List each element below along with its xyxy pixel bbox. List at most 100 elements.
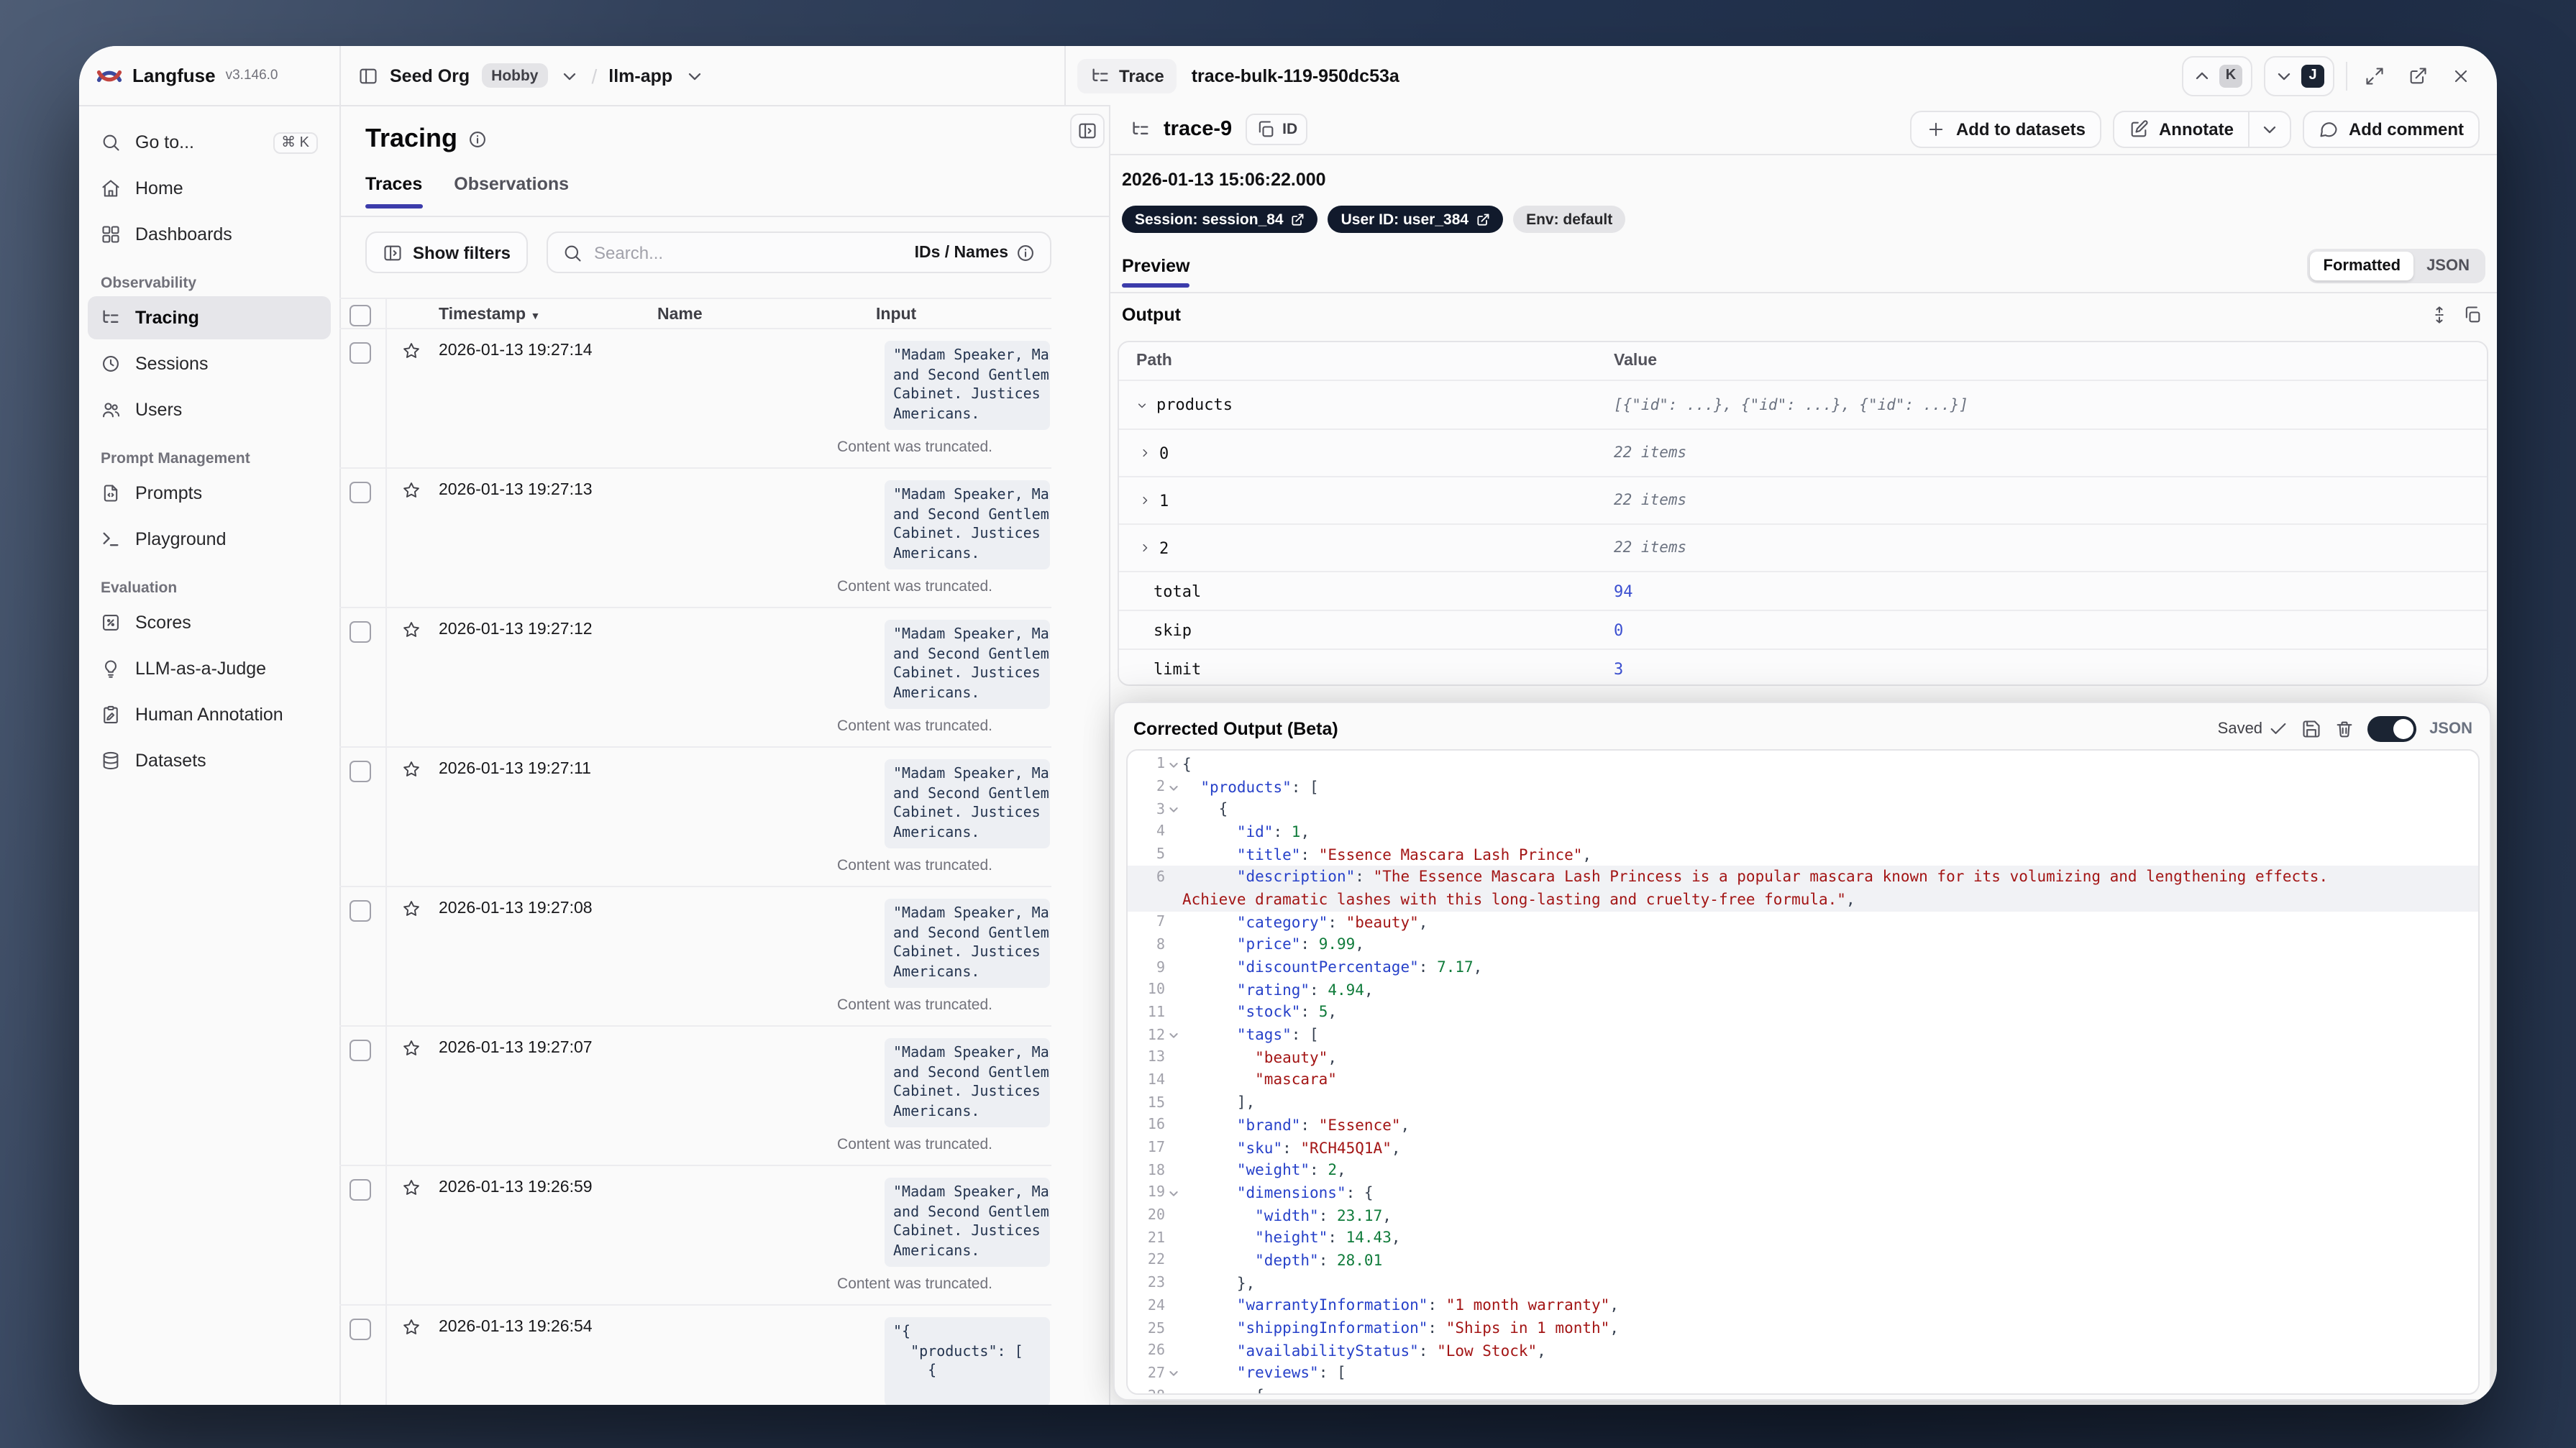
sidebar-item-sessions[interactable]: Sessions: [88, 342, 331, 385]
next-trace-button[interactable]: J: [2264, 55, 2334, 96]
row-input-preview[interactable]: "Madam Speaker, Ma and Second Gentlem Ca…: [885, 1178, 1050, 1267]
output-path[interactable]: products: [1119, 395, 1614, 414]
output-value: 22 items: [1614, 539, 1687, 556]
output-path[interactable]: limit: [1119, 659, 1614, 678]
sidebar-item-prompts[interactable]: Prompts: [88, 472, 331, 515]
row-input-preview[interactable]: "Madam Speaker, Ma and Second Gentlem Ca…: [885, 341, 1050, 430]
row-timestamp[interactable]: 2026-01-13 19:26:54: [439, 1319, 593, 1336]
copy-output-icon[interactable]: [2462, 305, 2483, 325]
star-icon[interactable]: [401, 480, 421, 500]
show-filters-button[interactable]: Show filters: [365, 232, 529, 273]
row-input-preview[interactable]: "Madam Speaker, Ma and Second Gentlem Ca…: [885, 759, 1050, 848]
sidebar-item-playground[interactable]: Playground: [88, 518, 331, 561]
fold-arrow-icon[interactable]: [1165, 804, 1182, 815]
close-panel-button[interactable]: [2445, 65, 2477, 86]
breadcrumb-org[interactable]: Seed Org: [390, 65, 470, 86]
row-checkbox[interactable]: [350, 482, 371, 503]
json-code-editor[interactable]: 1{2 "products": [3 {4 "id": 1, 5 "title":…: [1126, 749, 2480, 1395]
sidebar-item-scores[interactable]: Scores: [88, 601, 331, 644]
star-icon[interactable]: [401, 620, 421, 640]
output-value: 22 items: [1614, 492, 1687, 509]
sidebar-toggle-icon[interactable]: [358, 65, 378, 86]
sidebar-item-human-annotation[interactable]: Human Annotation: [88, 693, 331, 736]
fold-arrow-icon[interactable]: [1165, 1188, 1182, 1199]
row-input-preview[interactable]: "Madam Speaker, Ma and Second Gentlem Ca…: [885, 899, 1050, 988]
row-input-preview[interactable]: "Madam Speaker, Ma and Second Gentlem Ca…: [885, 620, 1050, 709]
output-path[interactable]: 2: [1119, 539, 1614, 557]
annotate-button[interactable]: Annotate: [2112, 111, 2248, 148]
row-checkbox[interactable]: [350, 621, 371, 643]
chevron-down-icon[interactable]: [684, 65, 704, 86]
fold-arrow-icon[interactable]: [1165, 759, 1182, 771]
open-external-button[interactable]: [2402, 65, 2434, 86]
chevron-down-icon[interactable]: [560, 65, 580, 86]
chevron-right-icon[interactable]: [1138, 541, 1151, 554]
column-name[interactable]: Name: [657, 306, 703, 323]
fold-arrow-icon[interactable]: [1165, 1030, 1182, 1041]
chevron-right-icon[interactable]: [1138, 446, 1151, 459]
sidebar-item-users[interactable]: Users: [88, 388, 331, 431]
row-input-preview[interactable]: "Madam Speaker, Ma and Second Gentlem Ca…: [885, 480, 1050, 569]
trash-icon[interactable]: [2334, 719, 2355, 739]
fold-arrow-icon[interactable]: [1165, 782, 1182, 793]
star-icon[interactable]: [401, 759, 421, 779]
row-checkbox[interactable]: [350, 1179, 371, 1201]
goto-search[interactable]: Go to... ⌘ K: [88, 121, 331, 164]
row-input-preview[interactable]: "Madam Speaker, Ma and Second Gentlem Ca…: [885, 1038, 1050, 1127]
star-icon[interactable]: [401, 899, 421, 919]
row-timestamp[interactable]: 2026-01-13 19:27:14: [439, 342, 593, 359]
sidebar-item-datasets[interactable]: Datasets: [88, 739, 331, 782]
sidebar-item-tracing[interactable]: Tracing: [88, 296, 331, 339]
star-icon[interactable]: [401, 1317, 421, 1337]
star-icon[interactable]: [401, 341, 421, 361]
prev-trace-button[interactable]: K: [2182, 55, 2252, 96]
output-path[interactable]: 0: [1119, 444, 1614, 462]
output-path[interactable]: skip: [1119, 620, 1614, 639]
row-timestamp[interactable]: 2026-01-13 19:27:11: [439, 761, 591, 778]
annotate-menu-button[interactable]: [2247, 111, 2291, 148]
row-checkbox[interactable]: [350, 761, 371, 782]
fold-arrow-icon[interactable]: [1165, 1368, 1182, 1380]
save-icon[interactable]: [2301, 719, 2321, 739]
row-timestamp[interactable]: 2026-01-13 19:27:12: [439, 621, 593, 638]
add-to-datasets-button[interactable]: Add to datasets: [1909, 111, 2101, 148]
row-checkbox[interactable]: [350, 1319, 371, 1340]
format-option-formatted[interactable]: Formatted: [2310, 252, 2414, 280]
row-checkbox[interactable]: [350, 342, 371, 364]
select-all-checkbox[interactable]: [350, 305, 371, 326]
collapse-detail-button[interactable]: [1070, 114, 1105, 148]
output-path[interactable]: 1: [1119, 491, 1614, 510]
search-mode[interactable]: IDs / Names: [915, 242, 1036, 262]
output-path[interactable]: total: [1119, 582, 1614, 600]
sidebar-item-dashboards[interactable]: Dashboards: [88, 213, 331, 256]
sidebar-item-llm-as-a-judge[interactable]: LLM-as-a-Judge: [88, 647, 331, 690]
json-toggle[interactable]: [2367, 716, 2417, 742]
row-timestamp[interactable]: 2026-01-13 19:27:07: [439, 1040, 593, 1057]
row-checkbox[interactable]: [350, 1040, 371, 1061]
badge-session[interactable]: Session: session_84: [1122, 206, 1318, 233]
row-timestamp[interactable]: 2026-01-13 19:26:59: [439, 1179, 593, 1196]
star-icon[interactable]: [401, 1038, 421, 1058]
star-icon[interactable]: [401, 1178, 421, 1198]
breadcrumb-project[interactable]: llm-app: [608, 65, 672, 86]
row-input-preview[interactable]: "{ "products": [ {: [885, 1317, 1050, 1405]
tab-preview[interactable]: Preview: [1122, 256, 1191, 288]
search-input[interactable]: Search... IDs / Names: [547, 232, 1051, 273]
row-checkbox[interactable]: [350, 900, 371, 922]
tab-observations[interactable]: Observations: [454, 174, 569, 207]
chevron-down-icon[interactable]: [1136, 398, 1148, 411]
format-option-json[interactable]: JSON: [2413, 252, 2483, 280]
row-timestamp[interactable]: 2026-01-13 19:27:13: [439, 482, 593, 499]
column-timestamp[interactable]: Timestamp ▼: [439, 306, 540, 323]
copy-id-chip[interactable]: ID: [1245, 114, 1308, 145]
sidebar-item-home[interactable]: Home: [88, 167, 331, 210]
add-comment-button[interactable]: Add comment: [2302, 111, 2480, 148]
expand-rows-icon[interactable]: [2429, 305, 2449, 325]
expand-button[interactable]: [2359, 65, 2390, 86]
chevron-right-icon[interactable]: [1138, 494, 1151, 506]
row-timestamp[interactable]: 2026-01-13 19:27:08: [439, 900, 593, 917]
column-input[interactable]: Input: [876, 306, 916, 323]
fold-arrow-icon[interactable]: [1165, 1390, 1182, 1393]
tab-traces[interactable]: Traces: [365, 174, 422, 209]
badge-user-id[interactable]: User ID: user_384: [1328, 206, 1504, 233]
